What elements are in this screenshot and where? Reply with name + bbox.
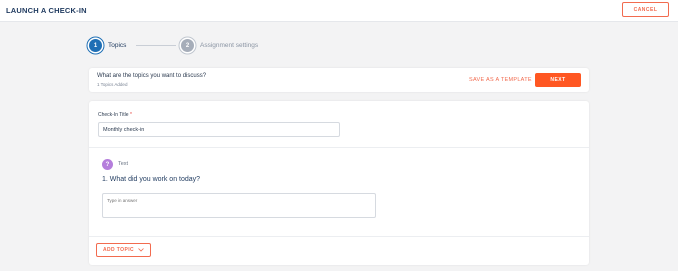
step-1-indicator[interactable]: 1 xyxy=(89,39,102,52)
next-button[interactable]: NEXT xyxy=(535,73,581,87)
add-topic-label: ADD TOPIC xyxy=(102,247,134,253)
topics-count: 1 Topics Added xyxy=(97,82,128,87)
checkin-title-input[interactable] xyxy=(98,122,340,137)
step-2-indicator[interactable]: 2 xyxy=(181,39,194,52)
divider xyxy=(89,147,589,148)
cancel-button[interactable]: CANCEL xyxy=(622,2,669,17)
page-title: LAUNCH A CHECK-IN xyxy=(6,6,87,15)
checkin-card: Check-In Title * ? Text 1. What did you … xyxy=(89,101,589,265)
topic-question: 1. What did you work on today? xyxy=(102,176,201,183)
topics-question: What are the topics you want to discuss? xyxy=(97,73,207,79)
step-1-label[interactable]: Topics xyxy=(108,42,126,49)
divider xyxy=(89,236,589,237)
checkin-title-label: Check-In Title * xyxy=(98,112,132,118)
required-mark: * xyxy=(129,112,132,118)
step-2-label[interactable]: Assignment settings xyxy=(200,42,258,49)
add-topic-button[interactable]: ADD TOPIC xyxy=(96,243,151,257)
question-icon: ? xyxy=(102,159,113,170)
header-bar: LAUNCH A CHECK-IN CANCEL xyxy=(0,0,678,22)
topic-type-label: Text xyxy=(118,161,129,167)
save-as-template-link[interactable]: SAVE AS A TEMPLATE xyxy=(469,77,532,83)
step-connector xyxy=(136,45,176,46)
topics-bar: What are the topics you want to discuss?… xyxy=(89,68,589,92)
checkin-title-label-text: Check-In Title xyxy=(98,112,129,118)
chevron-down-icon xyxy=(138,248,144,252)
answer-textarea[interactable] xyxy=(102,193,376,218)
